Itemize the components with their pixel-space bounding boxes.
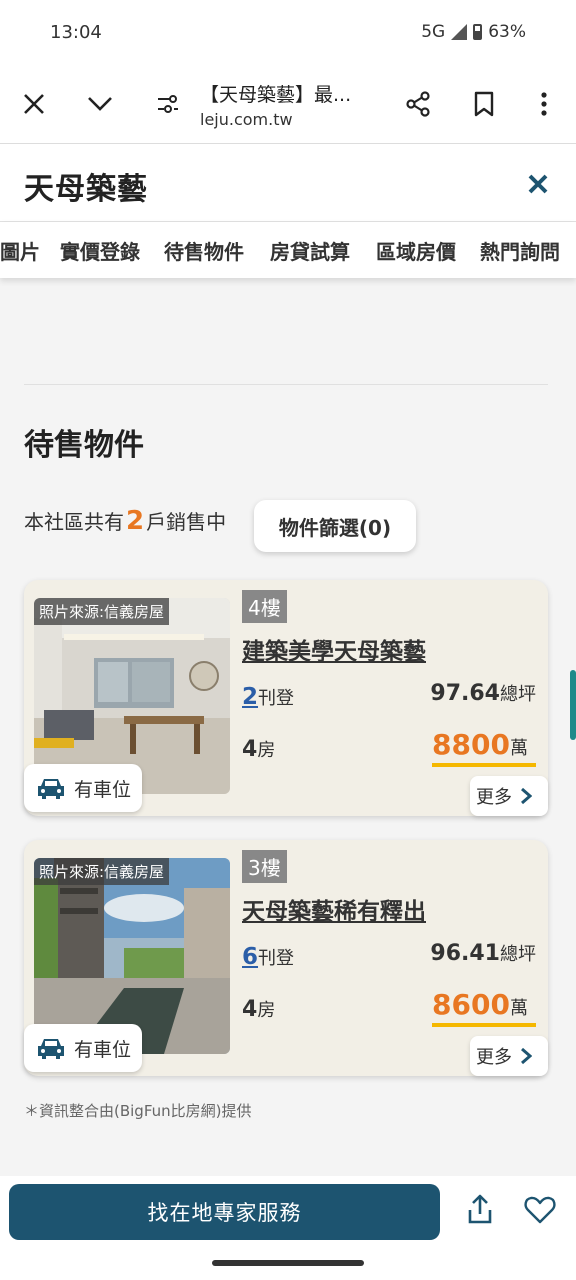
site-header: 天母築藝 [0, 144, 576, 222]
rooms-unit: 房 [257, 1000, 276, 1021]
page-url[interactable]: leju.com.tw [200, 110, 293, 129]
more-label: 更多 [476, 787, 512, 808]
area: 96.41總坪 [430, 940, 536, 966]
rooms: 4房 [242, 736, 275, 762]
area-unit: 總坪 [500, 684, 536, 705]
status-indicators: 5G 63% [421, 22, 526, 42]
tab-mortgage[interactable]: 房貸試算 [270, 236, 350, 265]
tab-photos[interactable]: 圖片 [0, 236, 40, 265]
favorite-heart-icon[interactable] [522, 1192, 558, 1228]
community-title: 天母築藝 [24, 172, 148, 207]
status-time: 13:04 [50, 22, 102, 43]
parking-label: 有車位 [74, 1038, 132, 1061]
bookmark-icon[interactable] [464, 84, 504, 124]
area: 97.64總坪 [430, 680, 536, 706]
chevron-right-icon [521, 1047, 532, 1065]
more-label: 更多 [476, 1047, 512, 1068]
price: 8800萬 [432, 728, 536, 767]
site-settings-icon[interactable] [148, 84, 188, 124]
home-indicator[interactable] [212, 1260, 364, 1266]
listing-card[interactable]: 照片來源:信義房屋 有車位 4樓 建築美學天母築藝 2刊登 97.64總坪 4房… [24, 580, 548, 816]
battery-icon [473, 24, 483, 40]
section-tabs: 圖片 實價登錄 待售物件 房貸試算 區域房價 熱門詢問 [0, 222, 576, 278]
published-number[interactable]: 2 [242, 684, 258, 710]
car-icon [38, 1039, 64, 1059]
floor-badge: 4樓 [242, 590, 287, 623]
parking-badge: 有車位 [24, 764, 142, 812]
signal-icon [451, 24, 468, 40]
rooms-value: 4 [242, 997, 258, 1022]
rooms-unit: 房 [257, 740, 276, 761]
data-source-note: ＊資訊整合由(BigFun比房網)提供 [24, 1102, 252, 1120]
car-icon [38, 779, 64, 799]
close-tab-icon[interactable] [14, 84, 54, 124]
floor-badge: 3樓 [242, 850, 287, 883]
photo-source-label: 照片來源:信義房屋 [34, 598, 170, 625]
published-unit: 刊登 [258, 948, 295, 969]
parking-badge: 有車位 [24, 1024, 142, 1072]
chevron-right-icon [521, 787, 532, 805]
published-count: 6刊登 [242, 944, 294, 970]
count-number: 2 [126, 506, 145, 536]
price: 8600萬 [432, 988, 536, 1027]
tab-for-sale[interactable]: 待售物件 [164, 236, 244, 265]
listing-title[interactable]: 天母築藝稀有釋出 [242, 892, 426, 926]
listing-title[interactable]: 建築美學天母築藝 [242, 632, 426, 666]
chevron-down-icon[interactable] [80, 84, 120, 124]
status-bar: 13:04 5G 63% [0, 0, 576, 64]
bottom-action-bar: 找在地專家服務 [0, 1176, 576, 1280]
area-value: 97.64 [430, 681, 500, 706]
share-icon[interactable] [462, 1192, 498, 1228]
published-count: 2刊登 [242, 684, 294, 710]
divider [24, 384, 548, 385]
network-label: 5G [421, 22, 446, 42]
battery-level: 63% [488, 22, 526, 42]
listing-card[interactable]: 照片來源:信義房屋 有車位 3樓 天母築藝稀有釋出 6刊登 96.41總坪 4房… [24, 840, 548, 1076]
price-unit: 萬 [509, 998, 528, 1019]
more-options-icon[interactable] [524, 84, 564, 124]
more-button[interactable]: 更多 [470, 776, 548, 816]
photo-source-label: 照片來源:信義房屋 [34, 858, 170, 885]
browser-toolbar: 【天母築藝】最... leju.com.tw [0, 64, 576, 144]
rooms-value: 4 [242, 737, 258, 762]
count-prefix: 本社區共有 [24, 510, 124, 534]
tab-popular-inquiries[interactable]: 熱門詢問 [480, 236, 560, 265]
page-title: 【天母築藝】最... [200, 84, 352, 106]
scrollbar[interactable] [570, 670, 576, 740]
filter-button[interactable]: 物件篩選(0) [254, 500, 416, 552]
close-icon[interactable] [522, 168, 554, 200]
published-number[interactable]: 6 [242, 944, 258, 970]
published-unit: 刊登 [258, 688, 295, 709]
find-local-expert-button[interactable]: 找在地專家服務 [9, 1184, 440, 1240]
parking-label: 有車位 [74, 778, 132, 801]
listing-count: 本社區共有 2 戶銷售中 [24, 506, 226, 536]
price-value: 8800 [432, 728, 510, 761]
count-suffix: 戶銷售中 [146, 510, 227, 534]
rooms: 4房 [242, 996, 275, 1022]
price-value: 8600 [432, 988, 510, 1021]
tab-area-prices[interactable]: 區域房價 [376, 236, 456, 265]
share-icon[interactable] [398, 84, 438, 124]
tab-transactions[interactable]: 實價登錄 [60, 236, 140, 265]
area-value: 96.41 [430, 941, 500, 966]
section-title: 待售物件 [24, 428, 144, 463]
price-unit: 萬 [509, 738, 528, 759]
more-button[interactable]: 更多 [470, 1036, 548, 1076]
area-unit: 總坪 [500, 944, 536, 965]
